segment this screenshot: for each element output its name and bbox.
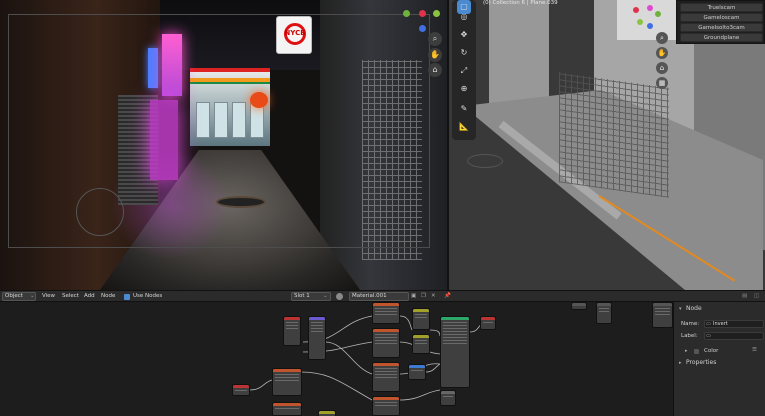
camera-view-icon[interactable]: ⌂ — [656, 62, 668, 74]
zoom-icon[interactable]: ⌕ — [428, 32, 442, 46]
node-wires — [249, 315, 483, 401]
menu-node[interactable]: Node — [101, 293, 115, 299]
duplicate-icon[interactable]: ❐ — [421, 293, 426, 299]
node[interactable] — [308, 316, 326, 360]
gizmo-y-dot[interactable] — [403, 10, 410, 17]
axis-gizmo[interactable] — [400, 6, 440, 32]
label-row: Label: ▭ — [674, 331, 765, 343]
menu-add[interactable]: Add — [84, 293, 95, 299]
label-type-icon: ▭ — [706, 333, 711, 339]
gizmo-x-dot[interactable] — [419, 10, 426, 17]
axis-gizmo-3d[interactable] — [629, 3, 669, 31]
use-nodes-label: Use Nodes — [133, 293, 163, 299]
label-field[interactable] — [704, 332, 764, 340]
node-editor-canvas[interactable] — [0, 302, 673, 416]
node[interactable] — [412, 308, 430, 330]
list-icon[interactable]: ☰ — [752, 347, 757, 353]
camera-view-icon[interactable]: ⌂ — [428, 63, 442, 77]
node[interactable] — [318, 410, 336, 416]
overlay-icon[interactable]: ◫ — [754, 293, 759, 299]
color-checkbox[interactable] — [694, 349, 699, 354]
camera-frame-border — [8, 14, 430, 248]
scene-back-wall — [489, 0, 549, 110]
transform-icon[interactable]: ⊕ — [457, 82, 471, 96]
node-section-header[interactable]: ▾ Node — [674, 304, 765, 316]
scene-fence — [559, 72, 669, 198]
perspective-toggle-icon[interactable]: ▦ — [656, 77, 668, 89]
use-nodes-checkbox[interactable] — [124, 294, 130, 300]
chevron-down-icon: ⌄ — [30, 293, 35, 299]
node-type-icon: ▭ — [706, 321, 711, 327]
gizmo-neg-y-dot[interactable] — [637, 19, 643, 25]
blender-window: NYCB ⌕ ✋ ⌂ (0) Collection 6 | Plane.039 … — [0, 0, 765, 416]
node[interactable] — [440, 390, 456, 406]
snap-icon[interactable]: ▤ — [742, 293, 747, 299]
node[interactable] — [596, 302, 612, 324]
node[interactable] — [412, 334, 430, 354]
name-field[interactable]: Invert — [704, 320, 764, 328]
material-output-node[interactable] — [480, 316, 496, 330]
name-label: Name: — [681, 321, 700, 327]
node[interactable] — [372, 362, 400, 392]
outliner-item[interactable]: Gameloscam — [680, 13, 763, 22]
properties-section-header[interactable]: ▸ Properties — [674, 358, 765, 370]
material-sphere-icon[interactable] — [336, 293, 343, 300]
editor-type-label: Object — [5, 293, 23, 299]
label-label: Label: — [681, 333, 698, 339]
cursor-icon[interactable]: ◎ — [457, 10, 471, 24]
close-icon[interactable]: ✕ — [431, 293, 436, 299]
node[interactable] — [372, 396, 400, 416]
gizmo-z-axis[interactable] — [419, 25, 426, 32]
outliner-item[interactable]: Gamelsolto3cam — [680, 23, 763, 32]
rotate-icon[interactable]: ↻ — [457, 46, 471, 60]
pan-hand-icon[interactable]: ✋ — [428, 48, 442, 62]
slot-label: Slot 1 — [294, 293, 310, 299]
menu-view[interactable]: View — [42, 293, 55, 299]
gizmo-z-dot[interactable] — [647, 23, 653, 29]
pan-hand-icon[interactable]: ✋ — [656, 47, 668, 59]
tool-shelf: ▢ ◎ ✥ ↻ ⤢ ⊕ ✎ 📐 — [452, 0, 476, 140]
scene-manhole-outline — [467, 154, 503, 168]
gizmo-y-axis[interactable] — [433, 10, 440, 17]
node[interactable] — [272, 402, 302, 416]
material-name: Material.001 — [352, 293, 387, 299]
zoom-icon[interactable]: ⌕ — [656, 32, 668, 44]
node[interactable] — [408, 364, 426, 380]
node[interactable] — [372, 302, 400, 324]
shield-icon[interactable]: ▣ — [411, 293, 416, 299]
section-properties-title: Properties — [686, 359, 717, 366]
node[interactable] — [232, 384, 250, 396]
name-value: Invert — [713, 321, 728, 327]
node[interactable] — [272, 368, 302, 396]
node[interactable] — [372, 328, 400, 358]
node-sidebar: ▾ Node Name: Invert ▭ Label: ▭ ▸ Color ☰… — [673, 302, 765, 416]
measure-icon[interactable]: 📐 — [457, 120, 471, 134]
node[interactable] — [571, 302, 587, 310]
gizmo-neg-x-dot[interactable] — [647, 5, 653, 11]
chevron-down-icon: ⌄ — [323, 293, 328, 299]
chevron-right-icon: ▸ — [685, 348, 688, 354]
gizmo-x-dot[interactable] — [633, 7, 639, 13]
menu-select[interactable]: Select — [62, 293, 79, 299]
scale-icon[interactable]: ⤢ — [457, 64, 471, 78]
chevron-down-icon: ▾ — [679, 306, 682, 312]
annotate-icon[interactable]: ✎ — [457, 102, 471, 116]
pin-icon[interactable]: 📌 — [444, 293, 451, 299]
color-label: Color — [704, 348, 719, 354]
color-row[interactable]: ▸ Color ☰ — [674, 346, 765, 358]
render-viewport[interactable]: NYCB ⌕ ✋ ⌂ — [0, 0, 447, 290]
outliner-item[interactable]: Groundplane — [680, 33, 763, 42]
section-node-title: Node — [686, 305, 702, 312]
node[interactable] — [652, 302, 673, 328]
gizmo-y-dot[interactable] — [655, 11, 661, 17]
move-icon[interactable]: ✥ — [457, 28, 471, 42]
node-editor-header: Object ⌄ View Select Add Node Use Nodes … — [0, 290, 765, 302]
name-row: Name: Invert ▭ — [674, 319, 765, 331]
principled-bsdf-node[interactable] — [440, 316, 470, 388]
node[interactable] — [283, 316, 301, 346]
chevron-right-icon: ▸ — [679, 360, 682, 366]
outliner-panel: Truelscam Gameloscam Gamelsolto3cam Grou… — [676, 0, 765, 44]
outliner-item[interactable]: Truelscam — [680, 3, 763, 12]
